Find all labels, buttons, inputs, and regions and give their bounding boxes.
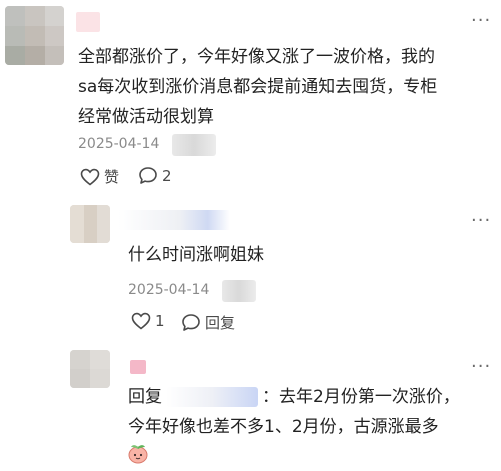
location-blurred <box>222 280 256 302</box>
comment-text: 全部都涨价了，今年好像又涨了一波价格，我的 sa每次收到涨价消息都会提前通知去囤… <box>78 42 498 132</box>
comment-count: 2 <box>162 166 172 185</box>
username-blurred[interactable] <box>76 12 100 32</box>
reply-text: 什么时间涨啊姐妹 <box>128 245 264 265</box>
reply-date: 2025-04-14 <box>128 282 210 298</box>
more-icon[interactable]: ··· <box>471 356 491 377</box>
like-count: 1 <box>155 312 165 330</box>
reply-button[interactable]: 回复 <box>181 312 235 333</box>
username-blurred[interactable] <box>118 210 230 230</box>
reply-text-line: 今年好像也差不多1、2月份，古源涨最多 <box>128 417 439 437</box>
comment-text-line: 全部都涨价了，今年好像又涨了一波价格，我的 <box>78 47 435 67</box>
reply-label: 回复 <box>205 314 236 332</box>
more-icon[interactable]: ··· <box>471 210 491 231</box>
comment-text-line: 经常做活动很划算 <box>78 107 214 127</box>
comment-icon <box>182 314 200 331</box>
comment-text-line: sa每次收到涨价消息都会提前通知去囤货，专柜 <box>78 77 438 97</box>
mentioned-user-blurred[interactable] <box>166 387 258 407</box>
heart-icon <box>80 168 100 186</box>
avatar[interactable] <box>70 350 110 388</box>
avatar[interactable] <box>5 6 64 65</box>
avatar[interactable] <box>70 205 110 243</box>
more-icon[interactable]: ··· <box>471 10 491 31</box>
heart-icon <box>131 312 151 330</box>
location-blurred <box>172 134 216 156</box>
like-button[interactable]: 赞 <box>80 166 119 187</box>
peach-emoji-icon <box>128 445 148 464</box>
comment-thread: ··· 全部都涨价了，今年好像又涨了一波价格，我的 sa每次收到涨价消息都会提前… <box>0 0 501 471</box>
reply-prefix: 回复 <box>128 387 162 407</box>
username-blurred[interactable] <box>130 360 146 374</box>
reply-text: 回复 ：去年2月份第一次涨价， 今年好像也差不多1、2月份，古源涨最多 <box>128 382 498 442</box>
comment-icon <box>139 167 157 184</box>
comment-button[interactable]: 2 <box>138 166 172 185</box>
reply-text-line: ：去年2月份第一次涨价， <box>262 387 460 407</box>
comment-date: 2025-04-14 <box>78 136 160 152</box>
like-label: 赞 <box>104 168 120 186</box>
like-button[interactable]: 1 <box>131 312 165 330</box>
